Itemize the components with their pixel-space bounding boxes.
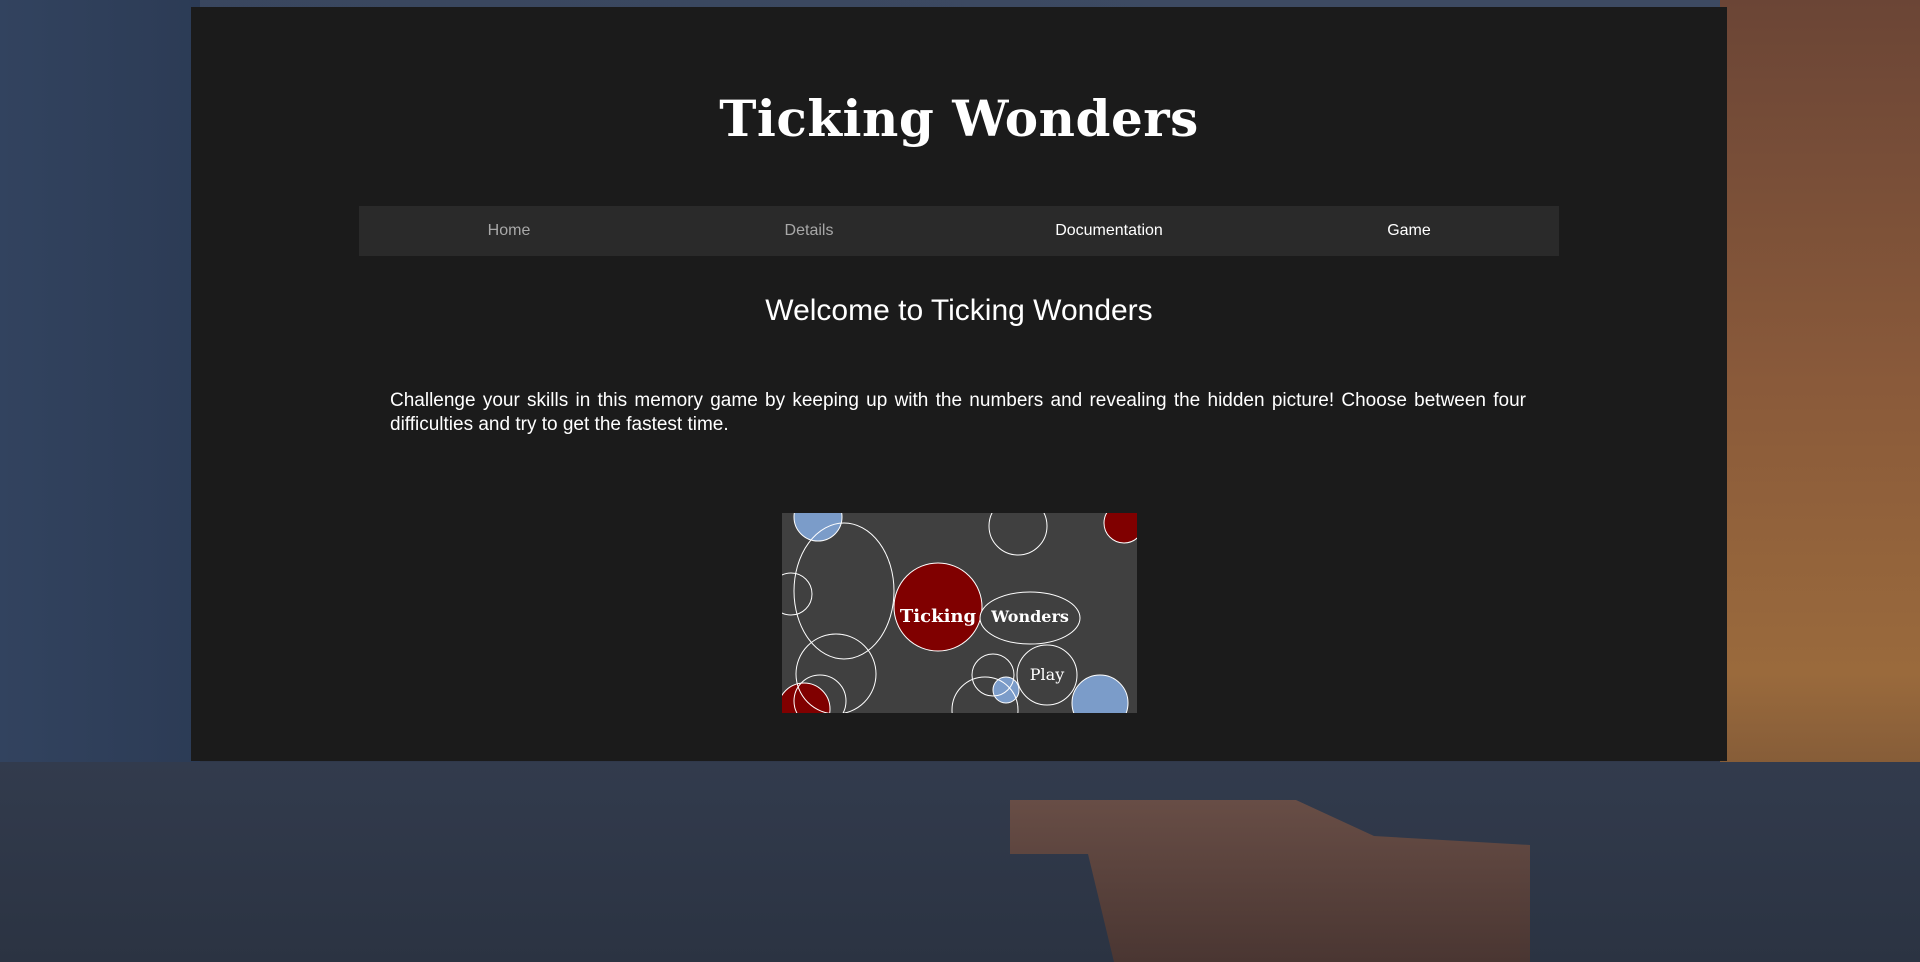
site-title: Ticking Wonders: [719, 89, 1199, 148]
preview-word-wonders: Wonders: [990, 607, 1069, 626]
main-panel: Ticking Wonders Home Details Documentati…: [191, 7, 1727, 761]
preview-word-ticking: Ticking: [900, 606, 977, 627]
intro-paragraph: Challenge your skills in this memory gam…: [390, 390, 1526, 435]
game-preview-svg: Ticking Wonders Play: [782, 513, 1137, 713]
nav-item-details[interactable]: Details: [659, 206, 959, 256]
game-preview-image[interactable]: Ticking Wonders Play: [782, 513, 1137, 713]
nav-bar: Home Details Documentation Game: [359, 206, 1559, 256]
nav-item-game[interactable]: Game: [1259, 206, 1559, 256]
background-street: [0, 762, 1920, 962]
nav-item-home[interactable]: Home: [359, 206, 659, 256]
preview-play-button[interactable]: Play: [1030, 665, 1064, 684]
preview-circle-blue: [992, 676, 1020, 704]
welcome-heading: Welcome to Ticking Wonders: [765, 294, 1153, 327]
nav-item-documentation[interactable]: Documentation: [959, 206, 1259, 256]
